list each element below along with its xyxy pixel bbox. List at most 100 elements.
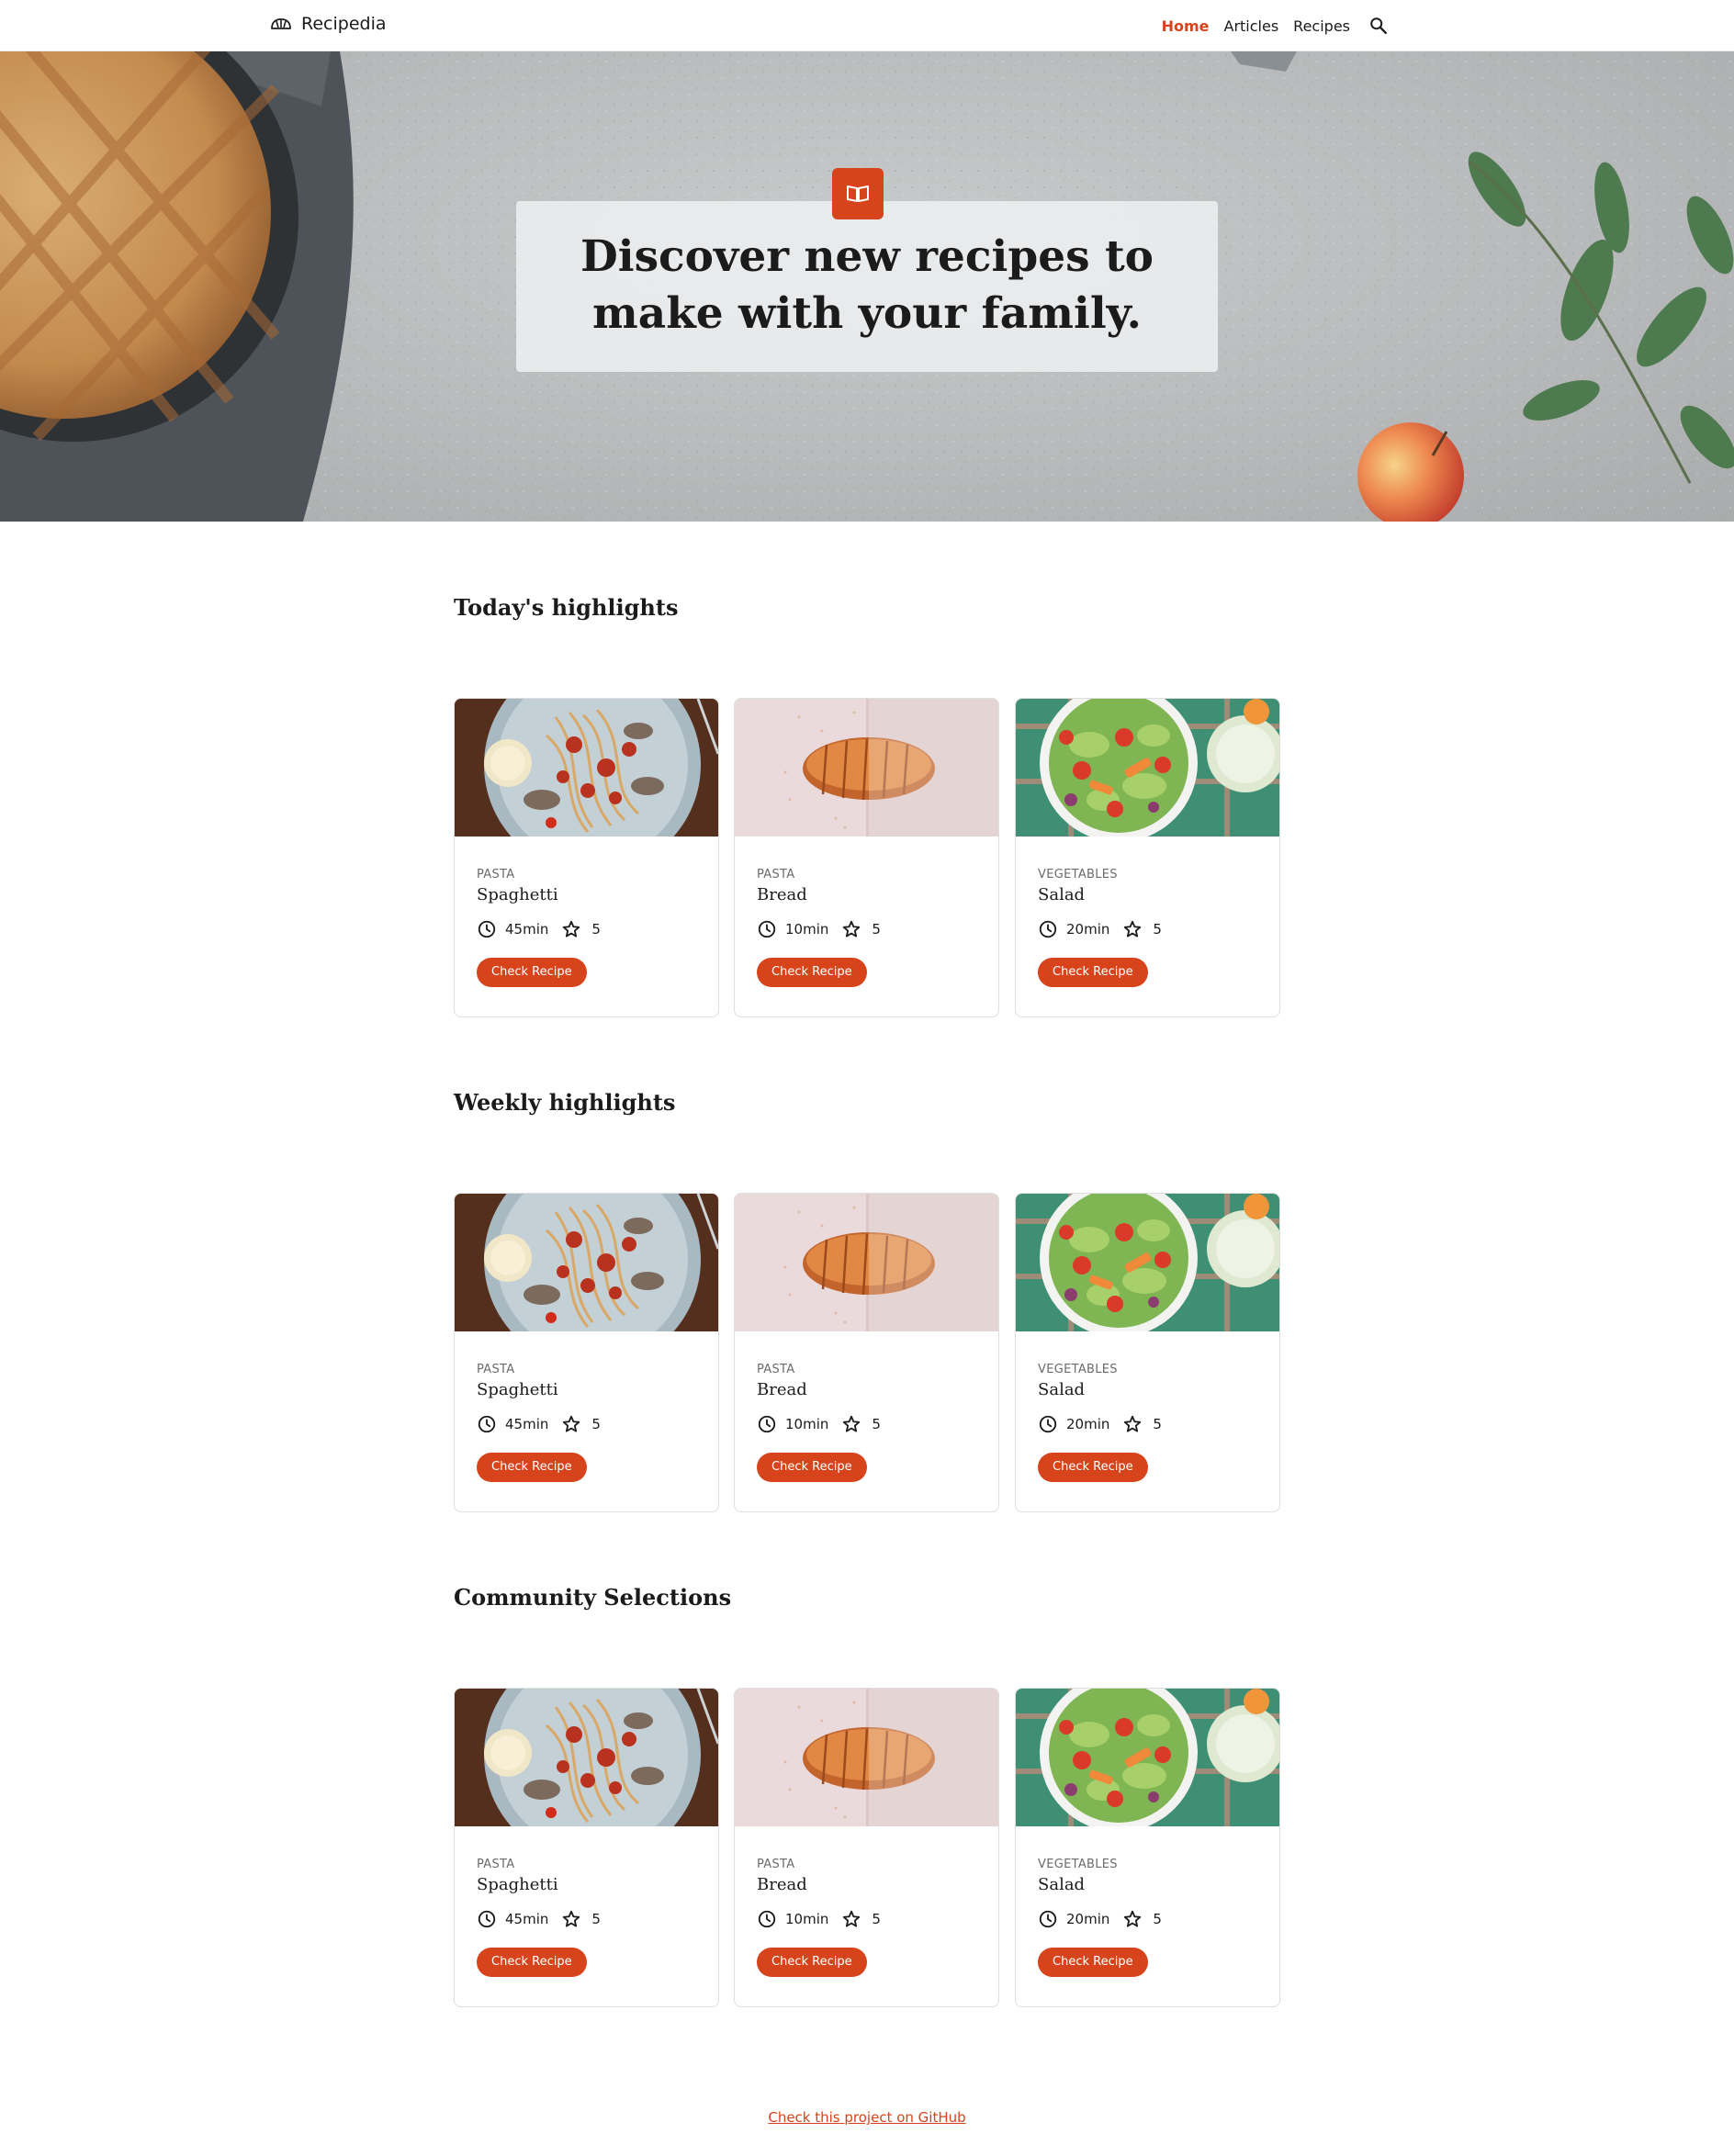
star-icon [1124, 920, 1142, 938]
recipe-time: 45min [505, 1416, 549, 1432]
recipe-title: Salad [1038, 1875, 1086, 1894]
clock-icon [758, 1415, 776, 1433]
recipe-time: 45min [505, 1911, 549, 1927]
open-book-icon [847, 185, 869, 202]
recipe-meta: 45min 5 [477, 919, 601, 939]
search-icon[interactable] [1368, 16, 1389, 36]
recipe-image[interactable] [735, 1194, 998, 1331]
recipe-image[interactable] [455, 1194, 718, 1331]
github-link[interactable]: Check this project on GitHub [768, 2109, 965, 2126]
cards-row-weekly: PASTA Spaghetti 45min 5 Check Recipe PAS… [454, 1193, 1280, 1512]
recipe-card: PASTA Spaghetti 45min 5 Check Recipe [454, 1688, 719, 2007]
recipe-image[interactable] [455, 1689, 718, 1826]
nav-links: Home Articles Recipes [1162, 0, 1389, 51]
section-title-community: Community Selections [454, 1584, 732, 1611]
recipe-meta: 20min 5 [1038, 1414, 1162, 1434]
recipe-time: 45min [505, 921, 549, 938]
recipe-card: VEGETABLES Salad 20min 5 Check Recipe [1015, 1688, 1280, 2007]
check-recipe-button[interactable]: Check Recipe [1038, 1453, 1148, 1482]
nav-link-articles[interactable]: Articles [1224, 17, 1279, 35]
check-recipe-button[interactable]: Check Recipe [477, 1948, 587, 1977]
recipe-title: Spaghetti [477, 1380, 558, 1399]
recipe-meta: 10min 5 [757, 919, 881, 939]
recipe-meta: 10min 5 [757, 1909, 881, 1929]
spaghetti-photo [455, 1689, 718, 1826]
recipe-rating: 5 [591, 1416, 601, 1432]
section-title-weekly: Weekly highlights [454, 1089, 676, 1116]
recipe-card: VEGETABLES Salad 20min 5 Check Recipe [1015, 1193, 1280, 1512]
check-recipe-button[interactable]: Check Recipe [757, 1948, 867, 1977]
recipe-rating: 5 [1153, 1911, 1162, 1927]
brand[interactable]: Recipedia [270, 13, 387, 35]
check-recipe-button[interactable]: Check Recipe [1038, 1948, 1148, 1977]
recipe-rating: 5 [872, 1911, 881, 1927]
clock-icon [1039, 1910, 1057, 1928]
check-recipe-button[interactable]: Check Recipe [477, 958, 587, 987]
clock-icon [758, 920, 776, 938]
recipe-image[interactable] [1016, 1194, 1279, 1331]
recipe-rating: 5 [872, 1416, 881, 1432]
salad-photo [1016, 1689, 1279, 1826]
recipe-time: 20min [1066, 1911, 1110, 1927]
recipe-category: PASTA [477, 1858, 515, 1871]
recipe-image[interactable] [735, 699, 998, 837]
section-title-today: Today's highlights [454, 594, 679, 621]
check-recipe-button[interactable]: Check Recipe [757, 1453, 867, 1482]
top-navbar: Recipedia Home Articles Recipes [0, 0, 1734, 51]
recipe-time: 20min [1066, 921, 1110, 938]
recipe-rating: 5 [872, 921, 881, 938]
recipe-meta: 20min 5 [1038, 1909, 1162, 1929]
check-recipe-button[interactable]: Check Recipe [1038, 958, 1148, 987]
recipe-category: VEGETABLES [1038, 1363, 1118, 1376]
star-icon [1124, 1415, 1142, 1432]
recipe-category: PASTA [757, 1858, 795, 1871]
clock-icon [1039, 1415, 1057, 1433]
cards-row-today: PASTA Spaghetti 45min 5 Check Recipe PAS… [454, 698, 1280, 1017]
hero-title: Discover new recipes to make with your f… [580, 231, 1154, 339]
recipe-category: PASTA [757, 868, 795, 881]
star-icon [843, 920, 861, 938]
salad-photo [1016, 1194, 1279, 1331]
recipe-category: PASTA [477, 868, 515, 881]
nav-link-recipes[interactable]: Recipes [1293, 17, 1350, 35]
recipe-title: Spaghetti [477, 1875, 558, 1894]
nav-link-home[interactable]: Home [1162, 17, 1210, 35]
recipe-card: PASTA Bread 10min 5 Check Recipe [734, 1193, 999, 1512]
recipe-card: PASTA Bread 10min 5 Check Recipe [734, 1688, 999, 2007]
recipe-image[interactable] [735, 1689, 998, 1826]
recipe-card: PASTA Spaghetti 45min 5 Check Recipe [454, 698, 719, 1017]
recipe-title: Bread [757, 885, 807, 904]
recipe-category: PASTA [757, 1363, 795, 1376]
recipe-rating: 5 [591, 1911, 601, 1927]
recipe-card: PASTA Spaghetti 45min 5 Check Recipe [454, 1193, 719, 1512]
recipe-image[interactable] [1016, 699, 1279, 837]
recipe-category: VEGETABLES [1038, 1858, 1118, 1871]
recipe-time: 10min [785, 1911, 829, 1927]
bread-photo [735, 1194, 998, 1331]
recipe-card: VEGETABLES Salad 20min 5 Check Recipe [1015, 698, 1280, 1017]
recipe-rating: 5 [1153, 921, 1162, 938]
clock-icon [1039, 920, 1057, 938]
recipe-category: PASTA [477, 1363, 515, 1376]
brand-name: Recipedia [301, 14, 387, 34]
clock-icon [758, 1910, 776, 1928]
recipe-title: Salad [1038, 885, 1086, 904]
recipe-image[interactable] [1016, 1689, 1279, 1826]
bread-photo [735, 699, 998, 837]
check-recipe-button[interactable]: Check Recipe [477, 1453, 587, 1482]
recipe-title: Salad [1038, 1380, 1086, 1399]
recipe-image[interactable] [455, 699, 718, 837]
clock-icon [478, 1910, 496, 1928]
recipe-time: 10min [785, 921, 829, 938]
recipe-title: Bread [757, 1875, 807, 1894]
recipe-category: VEGETABLES [1038, 868, 1118, 881]
spaghetti-photo [455, 1194, 718, 1331]
recipe-rating: 5 [1153, 1416, 1162, 1432]
hero-banner: Discover new recipes to make with your f… [0, 51, 1734, 522]
star-icon [563, 1910, 580, 1927]
bread-photo [735, 1689, 998, 1826]
check-recipe-button[interactable]: Check Recipe [757, 958, 867, 987]
footer: Check this project on GitHub [0, 2108, 1734, 2126]
recipe-title: Bread [757, 1380, 807, 1399]
cards-row-community: PASTA Spaghetti 45min 5 Check Recipe PAS… [454, 1688, 1280, 2007]
